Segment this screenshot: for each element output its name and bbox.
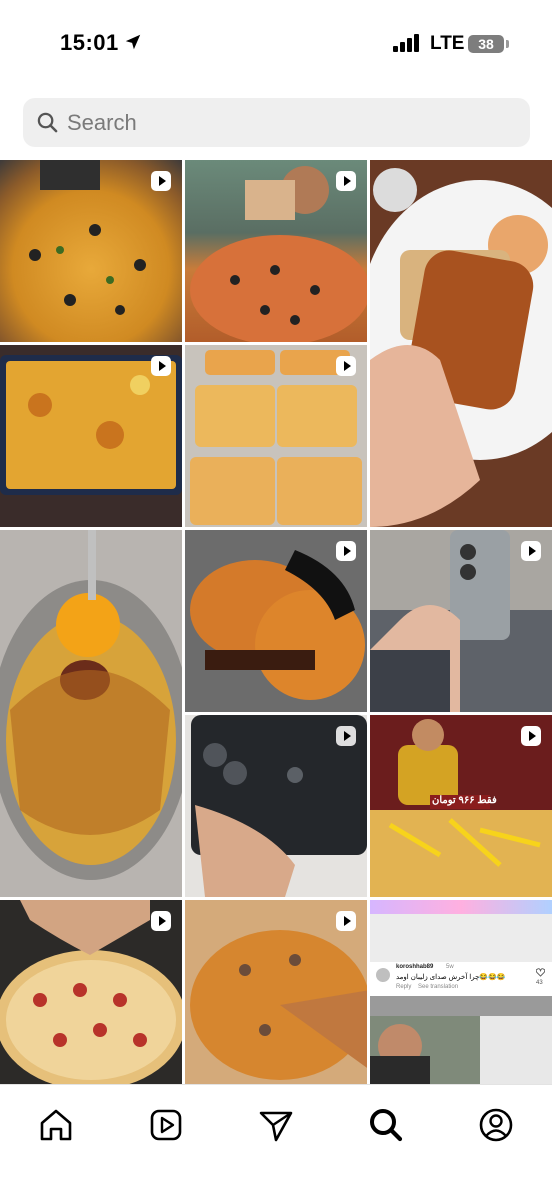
home-icon[interactable] <box>36 1105 76 1145</box>
cellular-signal-icon <box>393 34 419 52</box>
comment-reply: Reply <box>396 984 412 990</box>
comment-text: چرا آخرش صدای زلیبان اومد😂😂😂 <box>396 974 506 981</box>
explore-tile-man-pizza[interactable] <box>185 160 367 342</box>
reel-icon <box>336 356 356 376</box>
search-placeholder: Search <box>67 110 137 135</box>
tile-image <box>0 530 182 880</box>
battery-icon: 38 <box>468 35 504 53</box>
tile-header-gray <box>370 914 552 962</box>
reel-icon <box>151 911 171 931</box>
search-icon <box>37 112 58 133</box>
status-time: 15:01 <box>60 30 119 55</box>
tile-header-strip <box>370 900 552 914</box>
reel-icon <box>336 726 356 746</box>
explore-tile-fries-pizza[interactable]: فقط ۹۶۶ تومان <box>370 715 552 897</box>
direct-icon[interactable] <box>256 1105 296 1145</box>
avatar <box>376 968 390 982</box>
comment-see-translation: See translation <box>418 984 459 990</box>
price-banner: فقط ۹۶۶ تومان <box>432 795 497 806</box>
reel-icon <box>336 171 356 191</box>
battery-cap <box>506 40 509 48</box>
reel-icon <box>521 726 541 746</box>
explore-tile-kebab-pot[interactable] <box>0 530 182 897</box>
heart-icon <box>536 968 545 977</box>
battery-level: 38 <box>478 36 494 52</box>
tile-image <box>370 996 552 1084</box>
reels-icon[interactable] <box>146 1105 186 1145</box>
profile-icon[interactable] <box>476 1105 516 1145</box>
reel-icon <box>521 541 541 561</box>
comment-card: koroshhab89 5w چرا آخرش صدای زلیبان اومد… <box>370 962 552 996</box>
explore-tile-pizza-box[interactable] <box>185 900 367 1084</box>
bottom-nav-bar <box>0 1084 552 1200</box>
comment-likes: 43 <box>536 980 543 986</box>
comment-username: koroshhab89 <box>396 964 434 970</box>
explore-tile-pizza-olives[interactable] <box>0 160 182 342</box>
network-type: LTE <box>430 33 465 54</box>
status-bar: 15:01 LTE 38 <box>0 0 552 88</box>
search-input[interactable]: Search <box>23 98 530 147</box>
explore-tile-hash-brown[interactable] <box>370 160 552 527</box>
location-arrow-icon <box>125 34 141 50</box>
explore-tile-pepperoni[interactable] <box>0 900 182 1084</box>
explore-tile-baked-pasta[interactable] <box>0 345 182 527</box>
reel-icon <box>151 356 171 376</box>
explore-tile-car-comment[interactable]: koroshhab89 5w چرا آخرش صدای زلیبان اومد… <box>370 900 552 1084</box>
explore-tile-burger[interactable] <box>185 530 367 712</box>
explore-grid: فقط ۹۶۶ تومان koroshhab89 5w چرا آخرش صد… <box>0 160 552 1084</box>
reel-icon <box>336 911 356 931</box>
explore-tile-phone-in-hand[interactable] <box>370 530 552 712</box>
search-icon[interactable] <box>366 1105 406 1145</box>
explore-tile-flatbreads[interactable] <box>185 345 367 527</box>
comment-age: 5w <box>446 964 454 970</box>
tile-image <box>370 168 552 527</box>
explore-tile-iphone-box[interactable] <box>185 715 367 897</box>
reel-icon <box>336 541 356 561</box>
reel-icon <box>151 171 171 191</box>
